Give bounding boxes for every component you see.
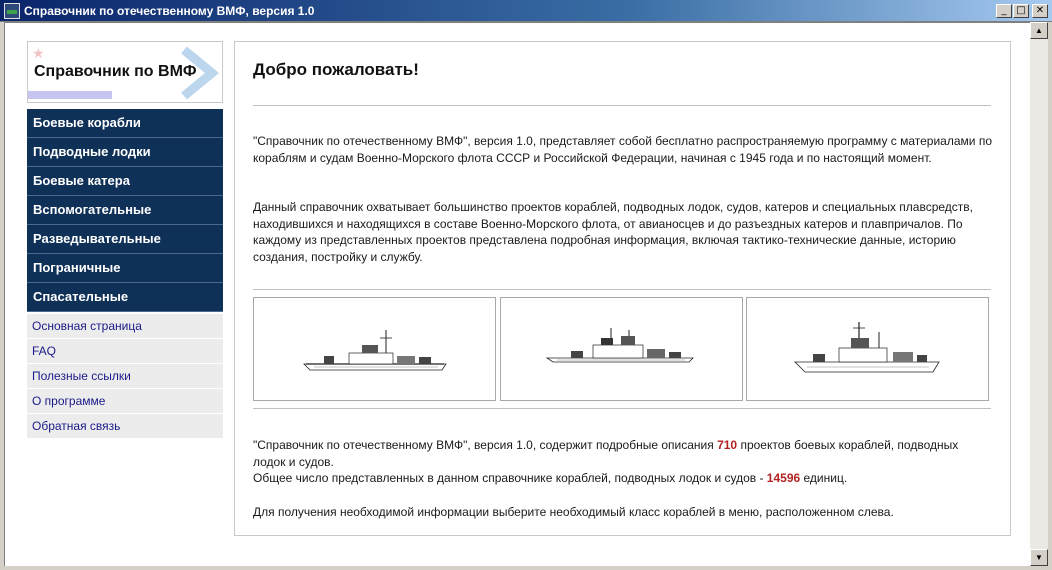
secondary-links: Основная страница FAQ Полезные ссылки О … [27,314,223,439]
ship-image-patrol-ship [746,297,989,401]
minimize-button[interactable]: _ [996,4,1012,18]
maximize-button[interactable]: □ [1013,4,1029,18]
link-useful-links[interactable]: Полезные ссылки [27,364,223,389]
link-about[interactable]: О программе [27,389,223,414]
logo: ★ Справочник по ВМФ [27,41,223,103]
ship-image-frigate [253,297,496,401]
scroll-up-button[interactable]: ▲ [1030,22,1048,39]
logo-accent-bar [28,91,112,99]
menu-item-border-guard[interactable]: Пограничные [27,254,223,283]
close-button[interactable]: ✕ [1032,4,1048,18]
vertical-scrollbar[interactable]: ▲ ▼ [1030,22,1048,566]
menu-item-submarines[interactable]: Подводные лодки [27,138,223,167]
units-count: 14596 [766,471,801,485]
link-feedback[interactable]: Обратная связь [27,414,223,439]
client-area: ★ Справочник по ВМФ Боевые корабли Подво… [4,22,1030,566]
coverage-paragraph: Данный справочник охватывает большинство… [253,200,974,264]
projects-count-paragraph: "Справочник по отечественному ВМФ", верс… [253,437,993,470]
ship-class-menu: Боевые корабли Подводные лодки Боевые ка… [27,109,223,312]
menu-item-combat-ships[interactable]: Боевые корабли [27,109,223,138]
menu-item-rescue[interactable]: Спасательные [27,283,223,312]
app-icon [4,3,20,19]
units-count-paragraph: Общее число представленных в данном спра… [253,470,993,487]
menu-item-auxiliary[interactable]: Вспомогательные [27,196,223,225]
projects-text-before: "Справочник по отечественному ВМФ", верс… [253,438,718,452]
menu-item-reconnaissance[interactable]: Разведывательные [27,225,223,254]
divider [253,289,991,290]
menu-item-combat-boats[interactable]: Боевые катера [27,167,223,196]
divider [253,105,991,106]
link-main-page[interactable]: Основная страница [27,314,223,339]
projects-count: 710 [717,438,738,452]
scroll-down-button[interactable]: ▼ [1030,549,1048,566]
star-icon: ★ [32,45,45,61]
units-text-before: Общее число представленных в данном спра… [253,471,767,485]
window-title: Справочник по отечественному ВМФ, версия… [24,4,315,18]
scroll-track[interactable] [1030,39,1048,549]
window-titlebar[interactable]: Справочник по отечественному ВМФ, версия… [0,0,1052,22]
divider [253,408,991,409]
content-panel: Добро пожаловать! "Справочник по отечест… [234,41,1011,536]
intro-paragraph: "Справочник по отечественному ВМФ", верс… [253,134,992,165]
instruction-paragraph: Для получения необходимой информации выб… [253,505,894,519]
logo-title: Справочник по ВМФ [34,63,197,80]
units-text-after: единиц. [800,471,848,485]
page-title: Добро пожаловать! [253,60,419,79]
ship-image-cruiser [500,297,743,401]
link-faq[interactable]: FAQ [27,339,223,364]
